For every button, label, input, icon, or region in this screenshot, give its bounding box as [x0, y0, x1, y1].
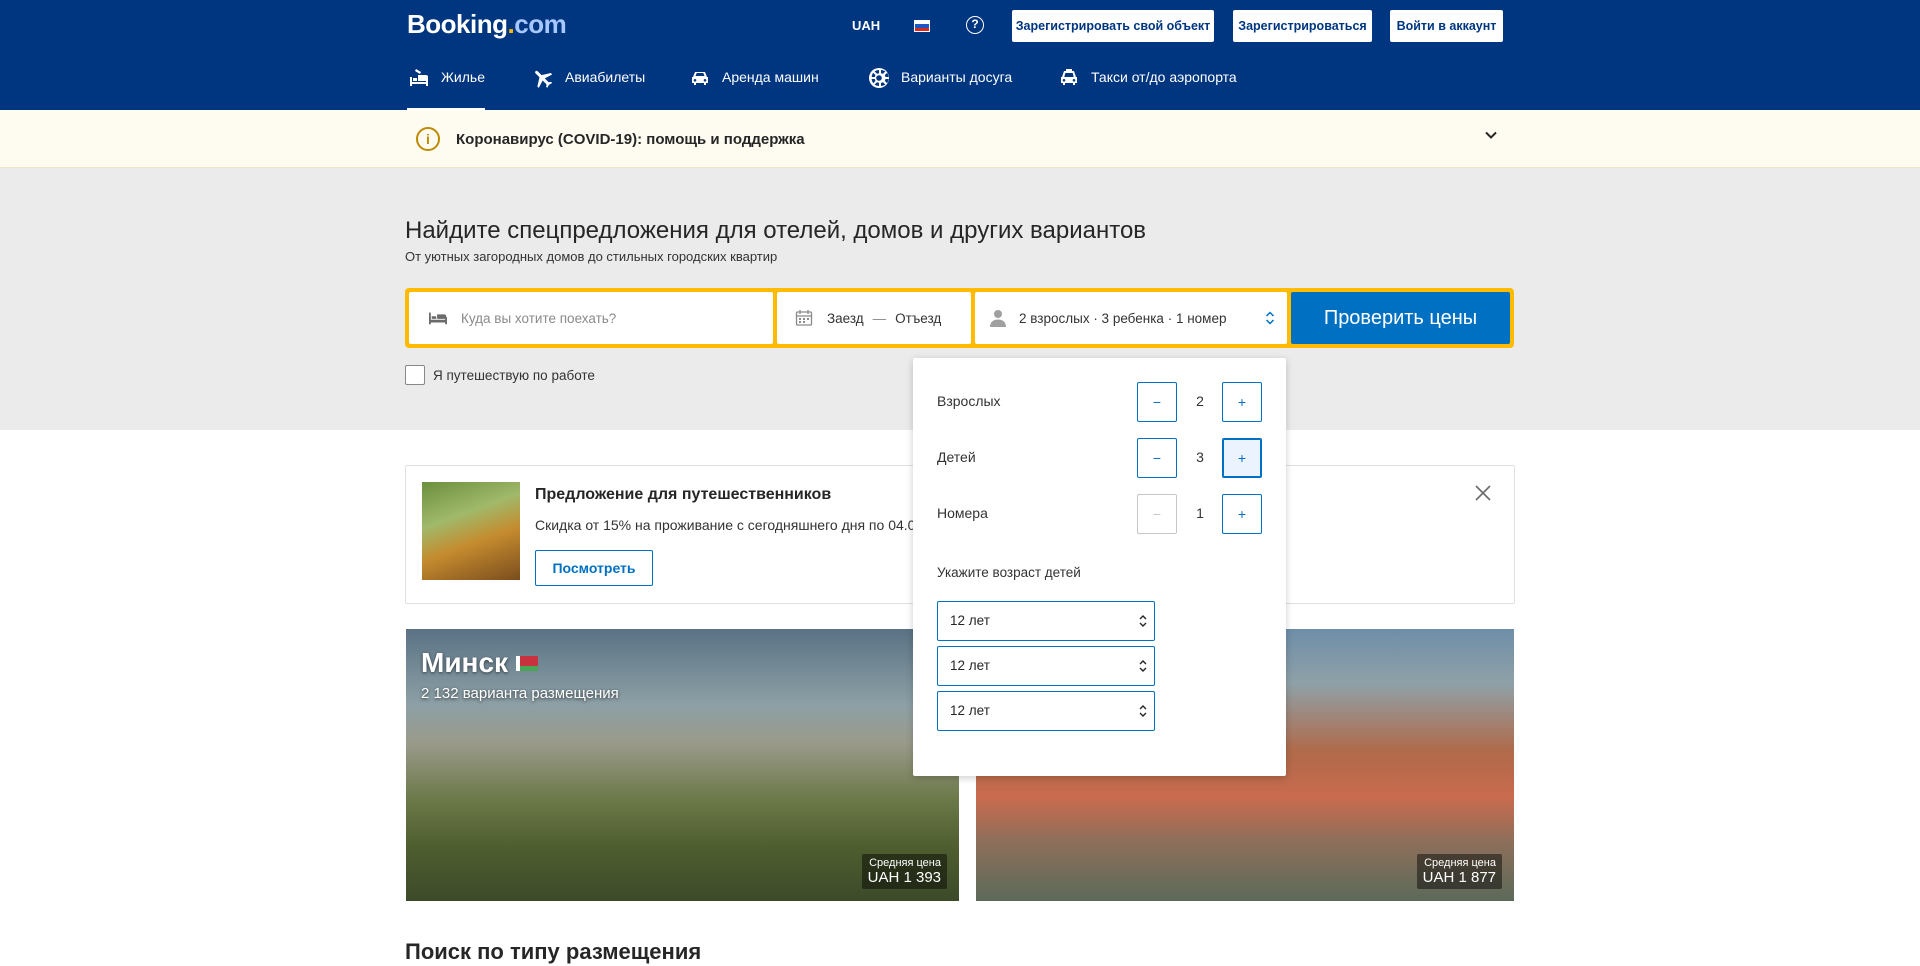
city-card-minsk[interactable]: Минск 2 132 варианта размещения Средняя … — [406, 629, 959, 901]
tab-label: Аренда машин — [722, 69, 819, 85]
guests-dropdown: Взрослых − 2 + Детей − 3 + Номера − 1 + … — [913, 358, 1286, 776]
sort-arrows-icon — [1139, 660, 1147, 672]
calendar-icon — [795, 310, 813, 326]
rooms-label: Номера — [937, 505, 988, 521]
car-icon — [692, 72, 708, 85]
close-icon[interactable] — [1474, 484, 1492, 502]
adults-decrease-button[interactable]: − — [1137, 382, 1177, 422]
work-travel-label: Я путешествую по работе — [433, 367, 595, 383]
page-title: Найдите спецпредложения для отелей, домо… — [405, 217, 1147, 244]
tab-label: Жилье — [441, 69, 485, 85]
bed-icon — [429, 312, 447, 325]
currency-selector[interactable]: UAH — [852, 18, 880, 33]
search-bar: Куда вы хотите поехать? Заезд — Отъезд 2… — [405, 288, 1514, 348]
attractions-icon — [869, 68, 889, 88]
guests-field[interactable]: 2 взрослых · 3 ребенка · 1 номер — [975, 292, 1287, 344]
top-header: Booking.com UAH ? Зарегистрировать свой … — [0, 0, 1920, 110]
tab-stays[interactable]: Жилье — [407, 62, 485, 110]
page-subtitle: От уютных загородных домов до стильных г… — [405, 249, 778, 264]
plane-icon — [535, 70, 553, 88]
adults-value: 2 — [1196, 393, 1204, 409]
check-prices-button[interactable]: Проверить цены — [1291, 292, 1510, 344]
tab-label: Авиабилеты — [565, 69, 646, 85]
city-name: Минск — [421, 647, 539, 679]
belarus-flag-icon — [516, 655, 539, 671]
language-flag-icon[interactable] — [914, 20, 930, 32]
tab-car-rental[interactable]: Аренда машин — [688, 62, 819, 110]
info-icon: i — [416, 127, 440, 151]
section-title-property-types: Поиск по типу размещения — [405, 939, 702, 964]
dates-field[interactable]: Заезд — Отъезд — [777, 292, 971, 344]
date-separator: — — [872, 310, 887, 326]
child-age-select-3[interactable]: 12 лет — [937, 691, 1155, 731]
login-button[interactable]: Войти в аккаунт — [1390, 10, 1503, 42]
average-price: Средняя цена UAH 1 393 — [861, 854, 947, 889]
adults-increase-button[interactable]: + — [1222, 382, 1262, 422]
rooms-increase-button[interactable]: + — [1222, 494, 1262, 534]
view-offer-button[interactable]: Посмотреть — [535, 550, 653, 586]
work-travel-checkbox-row[interactable]: Я путешествую по работе — [405, 365, 595, 385]
children-value: 3 — [1196, 449, 1204, 465]
children-label: Детей — [937, 449, 976, 465]
person-icon — [990, 310, 1006, 327]
children-row: Детей − 3 + — [937, 438, 1262, 478]
tab-airport-taxi[interactable]: Такси от/до аэропорта — [1057, 62, 1237, 110]
adults-label: Взрослых — [937, 393, 1001, 409]
children-decrease-button[interactable]: − — [1137, 438, 1177, 478]
offer-text: Скидка от 15% на проживание с сегодняшне… — [535, 517, 915, 533]
children-increase-button[interactable]: + — [1222, 438, 1262, 478]
rooms-value: 1 — [1196, 505, 1204, 521]
register-button[interactable]: Зарегистрироваться — [1233, 10, 1372, 42]
child-age-select-2[interactable]: 12 лет — [937, 646, 1155, 686]
list-property-button[interactable]: Зарегистрировать свой объект — [1012, 10, 1214, 42]
sort-arrows-icon — [1139, 705, 1147, 717]
covid-banner-text: Коронавирус (COVID-19): помощь и поддерж… — [456, 131, 805, 148]
child-age-select-1[interactable]: 12 лет — [937, 601, 1155, 641]
rooms-decrease-button[interactable]: − — [1137, 494, 1177, 534]
tab-flights[interactable]: Авиабилеты — [531, 62, 645, 110]
tab-attractions[interactable]: Варианты досуга — [867, 62, 1012, 110]
children-age-title: Укажите возраст детей — [937, 565, 1081, 580]
sort-arrows-icon — [1265, 311, 1275, 325]
rooms-row: Номера − 1 + — [937, 494, 1262, 534]
tab-label: Варианты досуга — [901, 69, 1013, 85]
offer-title: Предложение для путешественников — [535, 486, 832, 503]
checkin-label: Заезд — [827, 310, 864, 326]
sort-arrows-icon — [1139, 615, 1147, 627]
work-travel-checkbox[interactable] — [405, 365, 425, 385]
destination-field[interactable]: Куда вы хотите поехать? — [409, 292, 773, 344]
bed-icon — [410, 69, 428, 86]
covid-banner[interactable]: i Коронавирус (COVID-19): помощь и подде… — [0, 110, 1920, 168]
chevron-down-icon[interactable] — [1484, 128, 1498, 142]
offer-image — [422, 482, 520, 580]
adults-row: Взрослых − 2 + — [937, 382, 1262, 422]
guests-summary: 2 взрослых · 3 ребенка · 1 номер — [1019, 310, 1227, 326]
help-icon[interactable]: ? — [966, 16, 984, 34]
tab-label: Такси от/до аэропорта — [1091, 69, 1237, 85]
destination-placeholder: Куда вы хотите поехать? — [461, 310, 617, 326]
taxi-icon — [1061, 69, 1077, 85]
city-property-count: 2 132 варианта размещения — [421, 685, 619, 702]
average-price: Средняя цена UAH 1 877 — [1416, 854, 1502, 889]
checkout-label: Отъезд — [895, 310, 942, 326]
